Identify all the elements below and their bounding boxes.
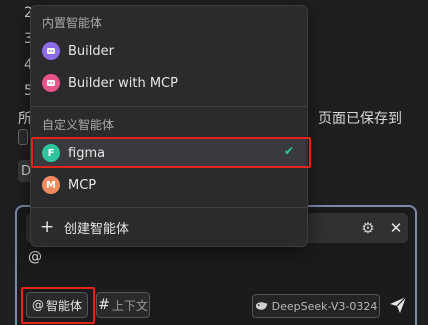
agent-item-figma[interactable]: F figma ✔ bbox=[34, 138, 306, 168]
create-agent-button[interactable]: + 创建智能体 bbox=[40, 215, 129, 239]
agent-button-label: 智能体 bbox=[45, 298, 82, 313]
collapsed-tag bbox=[18, 129, 28, 145]
create-agent-label: 创建智能体 bbox=[64, 221, 130, 237]
chat-input-text[interactable]: @ bbox=[28, 249, 42, 265]
dropdown-divider bbox=[31, 106, 307, 107]
agent-item-label: figma bbox=[68, 145, 106, 161]
model-selector[interactable]: DeepSeek-V3-0324 bbox=[252, 294, 380, 318]
custom-agents-header: 自定义智能体 bbox=[42, 118, 115, 132]
close-icon[interactable]: ✕ bbox=[388, 219, 404, 237]
builtin-agents-header: 内置智能体 bbox=[42, 16, 103, 30]
agent-button[interactable]: @ 智能体 bbox=[26, 292, 88, 318]
at-icon: @ bbox=[31, 298, 44, 312]
agent-item-builder[interactable]: Builder bbox=[34, 36, 306, 66]
hash-icon: # bbox=[98, 297, 110, 313]
deepseek-icon bbox=[255, 302, 267, 310]
send-icon[interactable] bbox=[389, 296, 407, 314]
check-icon: ✔ bbox=[283, 144, 294, 158]
settings-icon[interactable]: ⚙ bbox=[359, 219, 377, 237]
saved-notice: 页面已保存到 bbox=[318, 111, 402, 127]
agent-item-label: Builder bbox=[68, 43, 114, 59]
screen: 2 3 4 5 所 页面已保存到 D ⚙ ✕ @ @ 智能体 # 上下文 Dee… bbox=[0, 0, 428, 325]
agent-item-label: MCP bbox=[68, 177, 97, 193]
agent-item-label: Builder with MCP bbox=[68, 75, 178, 91]
figma-avatar: F bbox=[42, 144, 60, 162]
agent-item-builder-with-mcp[interactable]: Builder with MCP bbox=[34, 68, 306, 98]
dropdown-divider bbox=[31, 207, 307, 208]
agent-item-mcp[interactable]: M MCP bbox=[34, 170, 306, 200]
context-button-label: 上下文 bbox=[111, 298, 148, 313]
builder-mcp-icon bbox=[42, 74, 60, 92]
mcp-avatar: M bbox=[42, 176, 60, 194]
context-button[interactable]: # 上下文 bbox=[96, 292, 150, 318]
model-name: DeepSeek-V3-0324 bbox=[271, 299, 378, 313]
builder-icon bbox=[42, 42, 60, 60]
plus-icon: + bbox=[40, 217, 55, 237]
